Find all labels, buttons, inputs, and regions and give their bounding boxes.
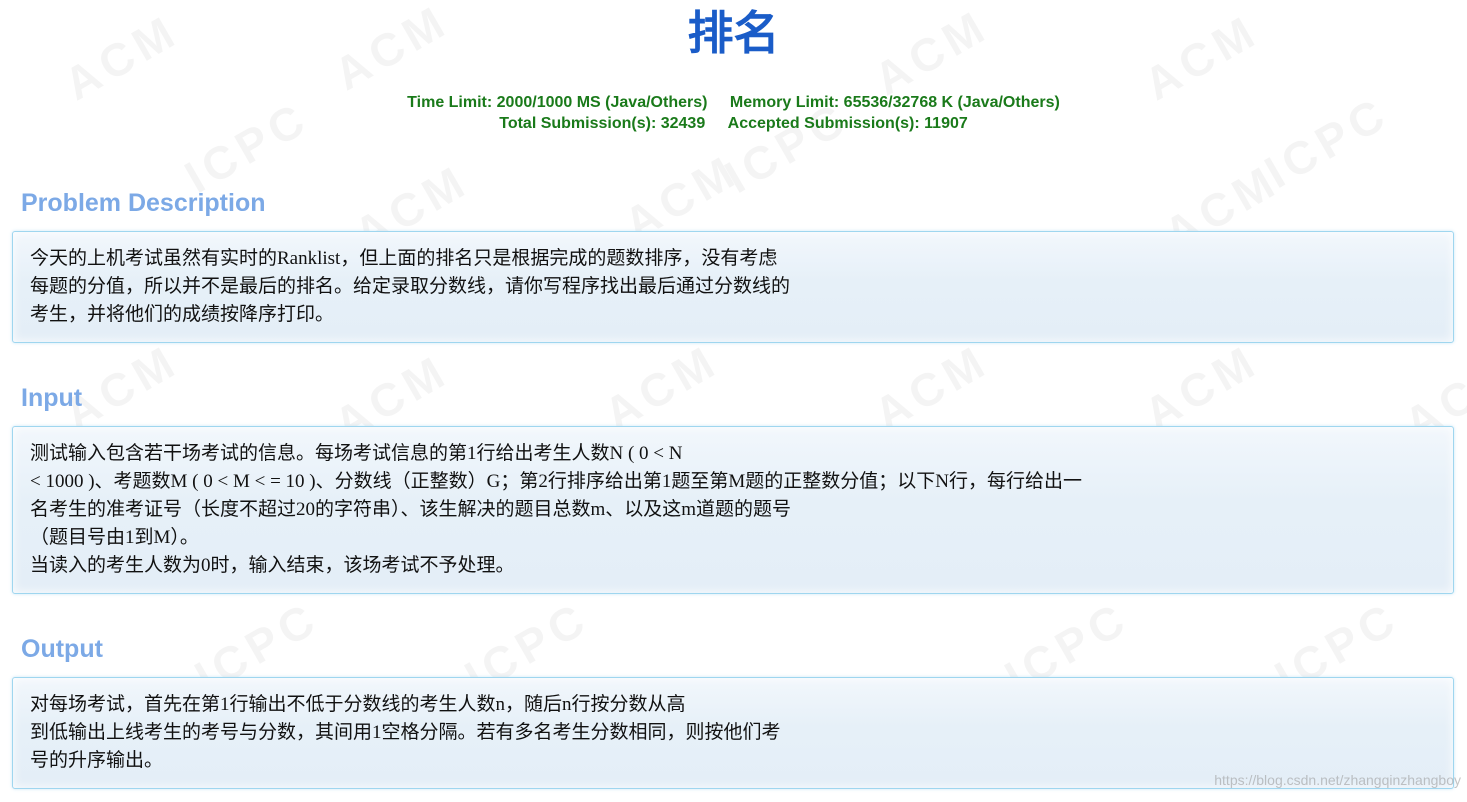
- output-line: 对每场考试，首先在第1行输出不低于分数线的考生人数n，随后n行按分数从高: [30, 694, 686, 715]
- watermark-text: ACM: [1135, 333, 1268, 441]
- limits-row: Time Limit: 2000/1000 MS (Java/Others) M…: [0, 92, 1467, 113]
- section-heading-output: Output: [21, 635, 103, 663]
- section-heading-description: Problem Description: [21, 189, 266, 217]
- total-submissions: Total Submission(s): 32439: [499, 115, 706, 132]
- watermark-text: ACM: [865, 333, 998, 441]
- description-line: 每题的分值，所以并不是最后的排名。给定录取分数线，请你写程序找出最后通过分数线的: [30, 276, 791, 297]
- output-line: 号的升序输出。: [30, 750, 164, 771]
- memory-limit: Memory Limit: 65536/32768 K (Java/Others…: [729, 94, 1060, 111]
- input-line: （题目号由1到M）。: [30, 527, 199, 548]
- input-line: 当读入的考生人数为0时，输入结束，该场考试不予处理。: [30, 555, 515, 576]
- accepted-submissions: Accepted Submission(s): 11907: [727, 115, 968, 132]
- time-limit: Time Limit: 2000/1000 MS (Java/Others): [407, 94, 708, 111]
- description-line: 今天的上机考试虽然有实时的Ranklist，但上面的排名只是根据完成的题数排序，…: [30, 248, 778, 269]
- description-panel: 今天的上机考试虽然有实时的Ranklist，但上面的排名只是根据完成的题数排序，…: [12, 231, 1454, 343]
- watermark-text: ACM: [595, 333, 728, 441]
- submissions-row: Total Submission(s): 32439 Accepted Subm…: [0, 113, 1467, 134]
- input-line: < 1000 )、考题数M ( 0 < M < = 10 )、分数线（正整数）G…: [30, 471, 1082, 492]
- problem-limits: Time Limit: 2000/1000 MS (Java/Others) M…: [0, 92, 1467, 134]
- output-line: 到低输出上线考生的考号与分数，其间用1空格分隔。若有多名考生分数相同，则按他们考: [30, 722, 781, 743]
- input-line: 测试输入包含若干场考试的信息。每场考试信息的第1行给出考生人数N ( 0 < N: [30, 443, 683, 464]
- input-panel: 测试输入包含若干场考试的信息。每场考试信息的第1行给出考生人数N ( 0 < N…: [12, 426, 1454, 594]
- section-heading-input: Input: [21, 384, 83, 412]
- input-line: 名考生的准考证号（长度不超过20的字符串）、该生解决的题目总数m、以及这m道题的…: [30, 499, 792, 520]
- page-title: 排名: [687, 6, 780, 60]
- description-line: 考生，并将他们的成绩按降序打印。: [30, 304, 335, 325]
- source-url-watermark: https://blog.csdn.net/zhangqinzhangboy: [1214, 772, 1461, 788]
